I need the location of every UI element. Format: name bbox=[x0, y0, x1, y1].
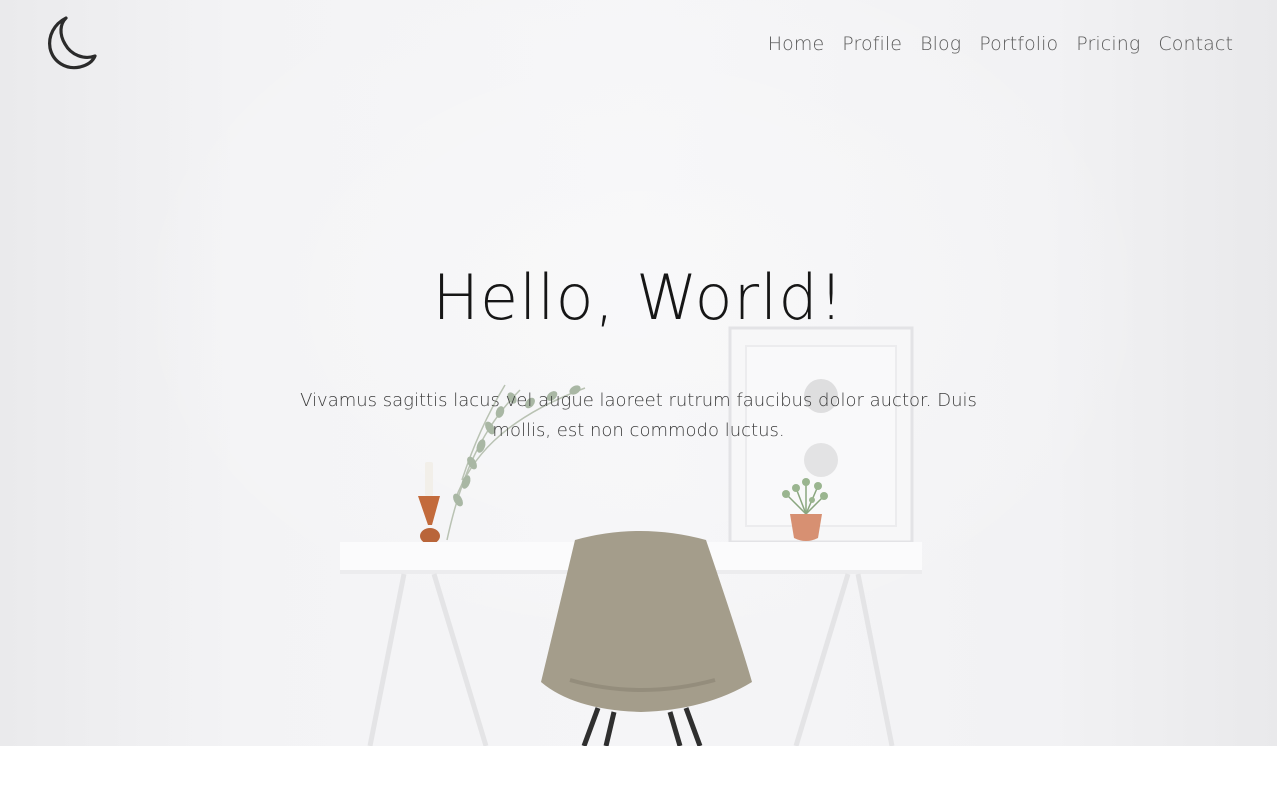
nav-blog[interactable]: Blog bbox=[920, 30, 961, 58]
moon-icon[interactable] bbox=[44, 14, 100, 72]
main-nav: Home Profile Blog Portfolio Pricing Cont… bbox=[750, 30, 1233, 58]
nav-profile[interactable]: Profile bbox=[842, 30, 902, 58]
hero-photo bbox=[340, 326, 922, 746]
nav-portfolio[interactable]: Portfolio bbox=[979, 30, 1058, 58]
hero-title: Hello, World! bbox=[432, 261, 845, 334]
hero-subtitle: Vivamus sagittis lacus vel augue laoreet… bbox=[300, 390, 977, 441]
nav-contact[interactable]: Contact bbox=[1158, 30, 1233, 58]
hero-section: Home Profile Blog Portfolio Pricing Cont… bbox=[0, 0, 1277, 746]
nav-pricing[interactable]: Pricing bbox=[1076, 30, 1140, 58]
vase bbox=[418, 462, 440, 544]
nav-home[interactable]: Home bbox=[768, 30, 825, 58]
